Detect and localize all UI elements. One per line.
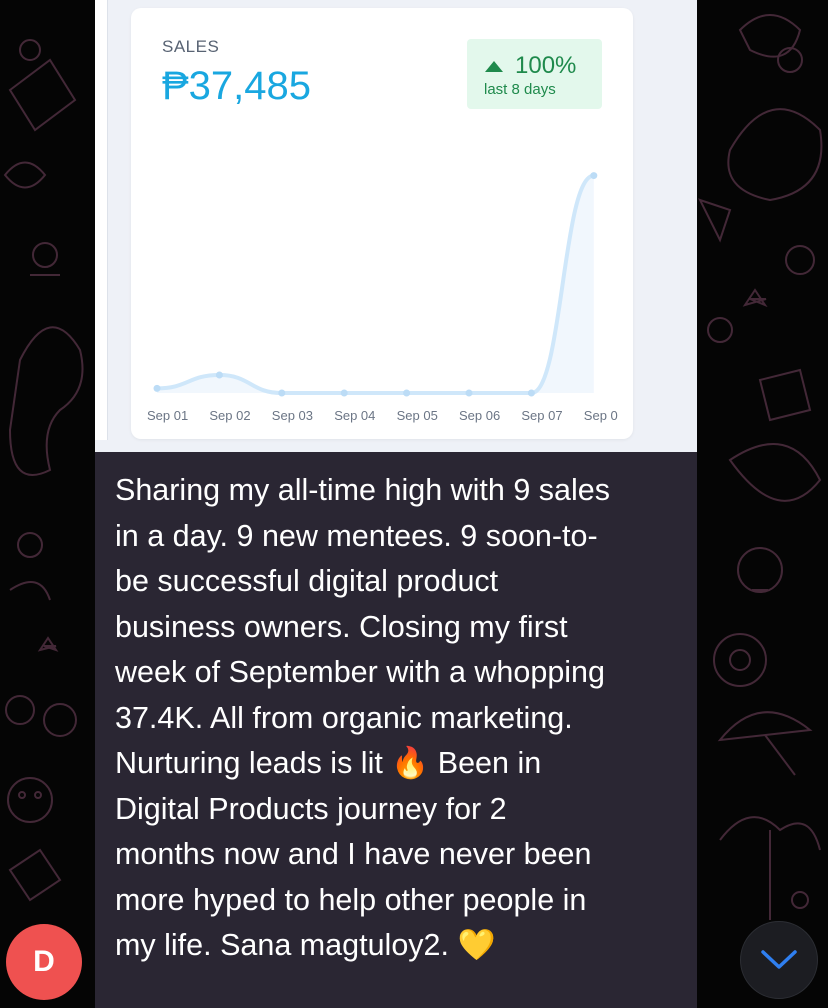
message-line: my life. Sana magtuloy2. 💛 bbox=[115, 928, 496, 962]
sender-avatar[interactable]: D bbox=[6, 924, 82, 1000]
chart-point bbox=[465, 389, 473, 397]
chart-series-line bbox=[156, 173, 595, 395]
chart-point bbox=[153, 384, 161, 392]
x-tick-label: Sep 05 bbox=[397, 408, 438, 423]
scroll-to-bottom-button[interactable] bbox=[740, 921, 818, 999]
x-tick-label: Sep 06 bbox=[459, 408, 500, 423]
message-line: more hyped to help other people in bbox=[115, 882, 587, 917]
x-tick-label: Sep 04 bbox=[334, 408, 375, 423]
message-text: Sharing my all-time high with 9 sales in… bbox=[115, 468, 685, 969]
chevron-down-icon bbox=[761, 950, 797, 969]
message-line: months now and I have never been bbox=[115, 837, 592, 871]
chart-point bbox=[590, 172, 598, 180]
message-line: 37.4K. All from organic marketing. bbox=[115, 700, 573, 735]
message-line: business owners. Closing my first bbox=[115, 609, 568, 644]
message-line: be successful digital product bbox=[115, 564, 499, 598]
sales-chart: Sep 01 Sep 02 Sep 03 Sep 04 Sep 05 Sep 06 Sep … bbox=[147, 172, 618, 423]
message-image[interactable]: SALES ₱37,485 100% last 8 days Sep 01 Sep… bbox=[95, 0, 697, 452]
message-line: Nurturing leads is lit 🔥 Been in bbox=[115, 746, 542, 780]
sales-card: SALES ₱37,485 100% last 8 days Sep 01 Sep… bbox=[131, 8, 633, 439]
chart-point bbox=[215, 371, 223, 379]
x-tick-label: Sep 0 bbox=[584, 408, 618, 423]
chart-area-fill bbox=[157, 175, 594, 393]
chart-point bbox=[527, 389, 535, 397]
chart-point bbox=[340, 389, 348, 397]
message-line: week of September with a whopping bbox=[115, 655, 605, 689]
x-tick-label: Sep 07 bbox=[521, 408, 562, 423]
x-tick-label: Sep 01 bbox=[147, 408, 188, 423]
chart-point bbox=[403, 389, 411, 397]
x-tick-label: Sep 03 bbox=[272, 408, 313, 423]
avatar-letter: D bbox=[33, 945, 55, 978]
chart-point bbox=[278, 389, 286, 397]
message-line: in a day. 9 new mentees. 9 soon-to- bbox=[115, 518, 598, 553]
message-line: Digital Products journey for 2 bbox=[115, 791, 507, 826]
previous-card-edge bbox=[95, 0, 108, 440]
x-tick-label: Sep 02 bbox=[209, 408, 250, 423]
message-line: Sharing my all-time high with 9 sales bbox=[115, 473, 610, 507]
